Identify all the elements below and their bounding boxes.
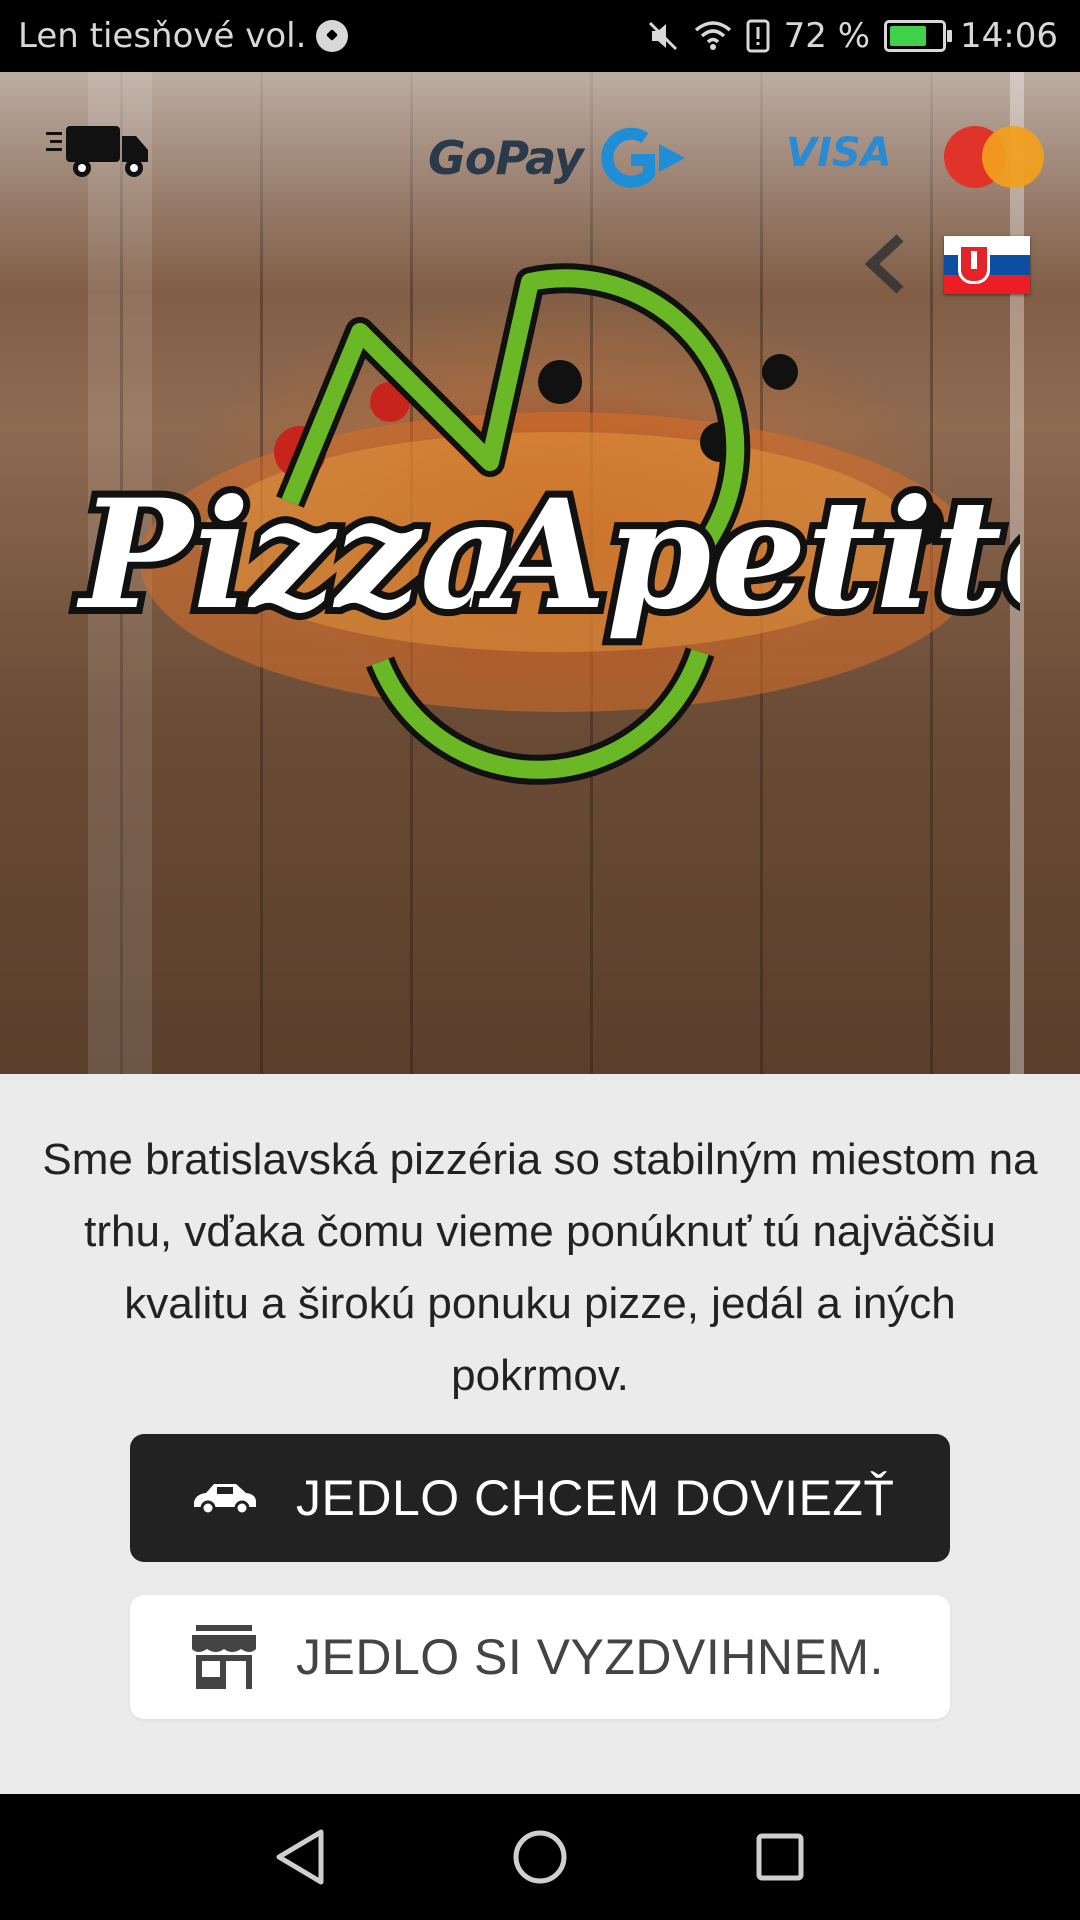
mute-icon [648, 21, 677, 51]
battery-icon [884, 20, 953, 52]
pizza-apetito-logo: Pizza Apetito [69, 263, 1020, 785]
battery-percent: 72 % [783, 16, 871, 56]
phone-alert-icon [746, 19, 770, 53]
status-right: 72 % 14:06 [646, 16, 1058, 56]
hero-banner: GoPay VISA Pizza Apetito [0, 72, 1080, 1074]
truck-icon [46, 126, 148, 177]
brand-name-apetito: Apetito [478, 467, 1020, 643]
gopay-g-icon [601, 127, 685, 188]
tagline-text: Sme bratislavská pizzéria so stabilným m… [42, 1135, 1038, 1400]
navigation-bar [0, 1794, 1080, 1920]
nav-home-icon[interactable] [505, 1824, 575, 1890]
visa-logo: VISA [786, 130, 892, 176]
delivery-button[interactable]: JEDLO CHCEM DOVIEZŤ [130, 1434, 950, 1562]
status-left: Len tiesňové vol. [18, 16, 349, 56]
pickup-button[interactable]: JEDLO SI VYZDVIHNEM. [130, 1595, 950, 1719]
status-time: 14:06 [960, 16, 1058, 56]
shop-icon [192, 1625, 256, 1689]
nav-recents-icon[interactable] [745, 1824, 815, 1890]
carrier-text: Len tiesňové vol. [18, 16, 307, 56]
wifi-icon [694, 21, 731, 50]
content-panel: Sme bratislavská pizzéria so stabilným m… [0, 1074, 1080, 1794]
gopay-text: GoPay [428, 131, 584, 185]
pickup-button-label: JEDLO SI VYZDVIHNEM. [296, 1629, 884, 1685]
status-bar: Len tiesňové vol. 72 % 14:06 [0, 0, 1080, 72]
delivery-button-label: JEDLO CHCEM DOVIEZŤ [296, 1470, 895, 1526]
nav-back-icon[interactable] [265, 1824, 335, 1890]
car-icon [194, 1484, 256, 1516]
gopay-logo: GoPay [428, 126, 689, 190]
call-icon [316, 20, 349, 52]
mastercard-logo [944, 126, 1044, 188]
brand-name-pizza: Pizza [76, 467, 517, 643]
